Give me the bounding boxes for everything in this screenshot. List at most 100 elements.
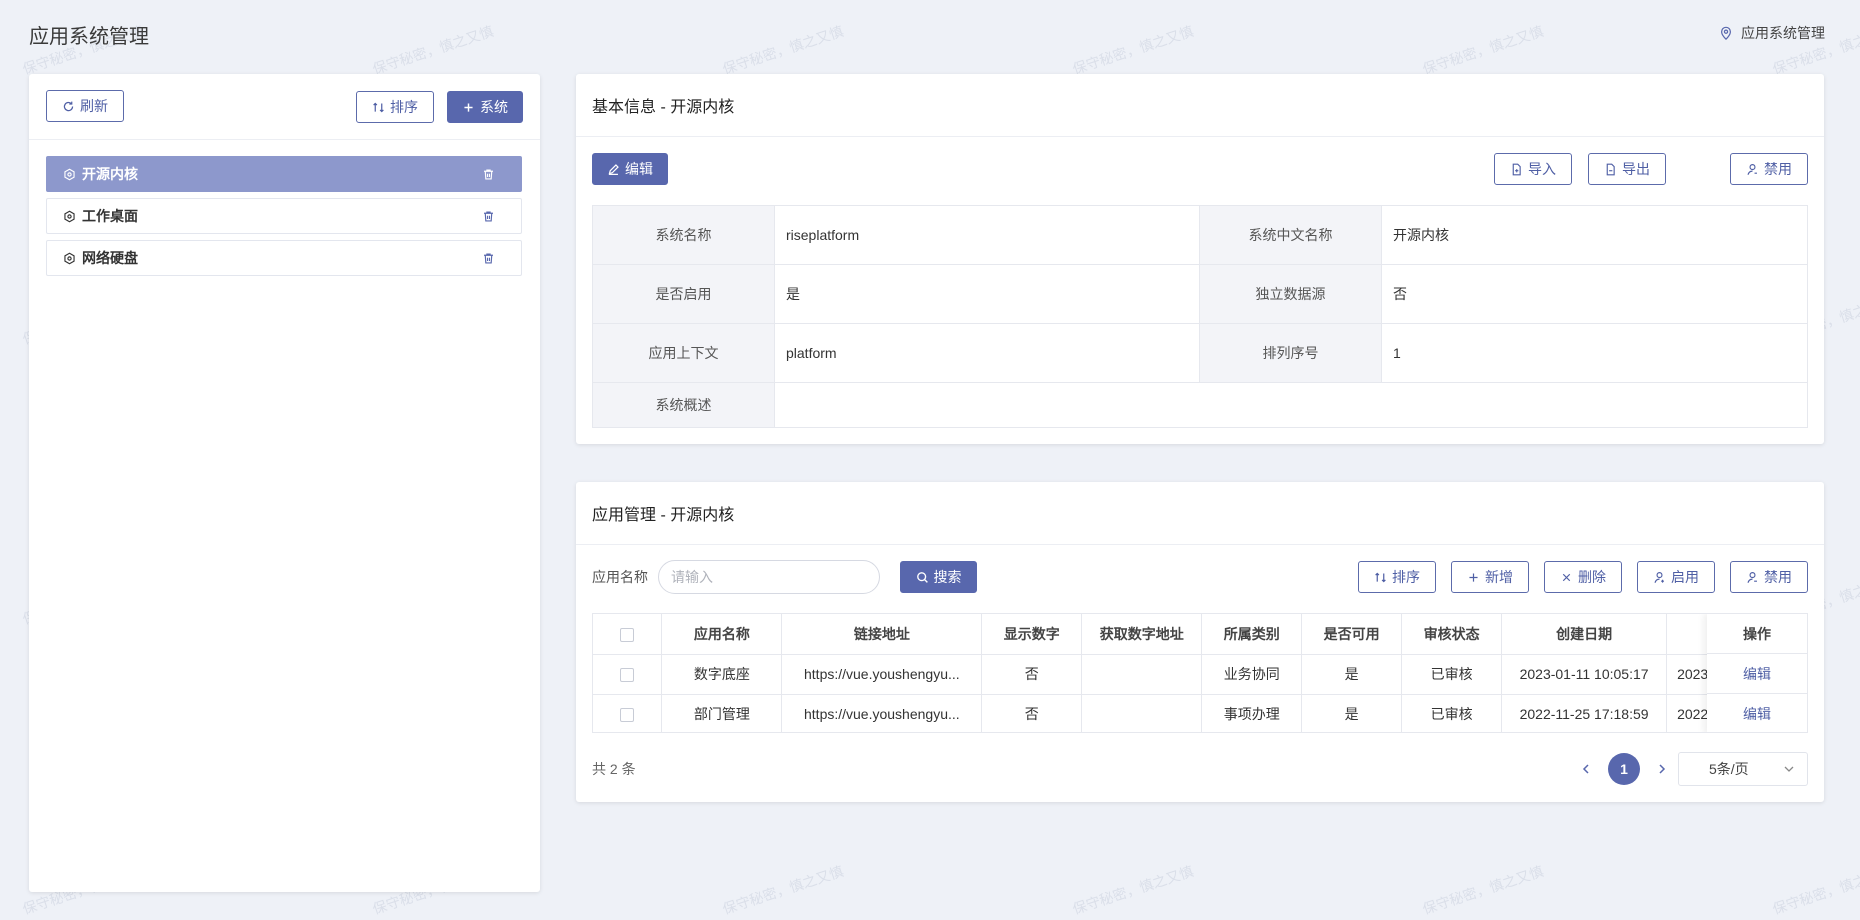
order-value: 1: [1381, 323, 1808, 383]
field-label: 是否启用: [592, 264, 775, 324]
watermark-text: 保守秘密，慎之又慎: [720, 862, 846, 918]
page-number[interactable]: 1: [1608, 753, 1640, 785]
watermark-text: 保守秘密，慎之又慎: [1420, 22, 1546, 78]
category-cell: 业务协同: [1201, 654, 1303, 695]
refresh-label: 刷新: [80, 98, 108, 114]
add-system-button[interactable]: 系统: [447, 91, 523, 123]
close-icon: [1562, 573, 1571, 581]
created-cell: 2023-01-11 10:05:17: [1501, 654, 1668, 695]
column-header[interactable]: 所属类别: [1201, 614, 1303, 655]
search-button[interactable]: 搜索: [900, 561, 977, 593]
column-header[interactable]: 显示数字: [981, 614, 1083, 655]
watermark-text: 保守秘密，慎之又慎: [720, 22, 846, 78]
tree-item-desktop[interactable]: 工作桌面: [46, 198, 522, 234]
user-icon: [1747, 571, 1757, 583]
field-label: 独立数据源: [1199, 264, 1382, 324]
tree-item-kernel[interactable]: 开源内核: [46, 156, 522, 192]
sort-icon: [1375, 572, 1386, 582]
app-grid: 应用名称 链接地址 显示数字 获取数字地址 所属类别 是否可用 审核状态 创建日…: [593, 614, 1807, 732]
user-icon: [1747, 163, 1757, 175]
table-header-row: 应用名称 链接地址 显示数字 获取数字地址 所属类别 是否可用 审核状态 创建日…: [593, 614, 1807, 655]
location-pin-icon: [1721, 26, 1731, 40]
available-cell: 是: [1301, 694, 1403, 732]
edit-row-link[interactable]: 编辑: [1707, 694, 1807, 732]
select-all-cell: [593, 614, 663, 655]
refresh-button[interactable]: 刷新: [46, 90, 124, 122]
page-size-select[interactable]: 5条/页: [1678, 752, 1808, 786]
pager: 1: [1580, 753, 1668, 785]
column-header[interactable]: 是否可用: [1301, 614, 1403, 655]
trash-icon[interactable]: [482, 168, 495, 181]
sort-systems-button[interactable]: 排序: [356, 91, 434, 123]
chevron-left-icon[interactable]: [1580, 763, 1592, 775]
tree-item-label: 工作桌面: [82, 208, 138, 224]
edit-label: 编辑: [625, 161, 653, 177]
search-icon: [916, 571, 928, 583]
edit-row-link[interactable]: 编辑: [1707, 654, 1807, 694]
select-all-checkbox[interactable]: [620, 627, 635, 642]
table-row[interactable]: 部门管理 https://vue.youshengyu... 否 事项办理 是 …: [593, 694, 1807, 732]
basic-info-card: 基本信息 - 开源内核 编辑 导入 导出 禁用 系统名称 riseplatfor…: [576, 74, 1824, 444]
disable-label: 禁用: [1764, 161, 1792, 177]
sort-apps-button[interactable]: 排序: [1358, 561, 1436, 593]
column-header[interactable]: 链接地址: [781, 614, 983, 655]
settings-icon: [64, 168, 75, 180]
num-url-cell: [1081, 654, 1203, 695]
system-tree: 开源内核 工作桌面 网络硬盘: [46, 156, 522, 282]
disable-app-button[interactable]: 禁用: [1730, 561, 1808, 593]
column-header[interactable]: 审核状态: [1401, 614, 1503, 655]
app-name-search-input[interactable]: [658, 560, 880, 594]
watermark-text: 保守秘密，慎之又慎: [370, 22, 496, 78]
row-checkbox[interactable]: [620, 708, 635, 723]
column-header[interactable]: 创建日期: [1501, 614, 1668, 655]
watermark-text: 保守秘密，慎之又慎: [1420, 862, 1546, 918]
tree-item-label: 开源内核: [82, 166, 138, 182]
context-value: platform: [774, 323, 1200, 383]
settings-icon: [64, 210, 75, 222]
created-cell: 2022-11-25 17:18:59: [1501, 694, 1668, 732]
field-label: 系统中文名称: [1199, 205, 1382, 265]
chevron-down-icon: [1784, 766, 1794, 772]
system-name-value: riseplatform: [774, 205, 1200, 265]
export-button[interactable]: 导出: [1588, 153, 1666, 185]
sort-icon: [373, 102, 384, 112]
show-num-cell: 否: [981, 654, 1083, 695]
breadcrumb-label: 应用系统管理: [1741, 25, 1825, 41]
disable-button[interactable]: 禁用: [1730, 153, 1808, 185]
enable-app-button[interactable]: 启用: [1637, 561, 1715, 593]
breadcrumb: 应用系统管理: [1719, 23, 1825, 43]
add-app-button[interactable]: 新增: [1451, 561, 1529, 593]
table-row[interactable]: 数字底座 https://vue.youshengyu... 否 业务协同 是 …: [593, 654, 1807, 695]
show-num-cell: 否: [981, 694, 1083, 732]
app-name-cell: 部门管理: [661, 694, 783, 732]
chevron-right-icon[interactable]: [1656, 763, 1668, 775]
import-button[interactable]: 导入: [1494, 153, 1572, 185]
export-label: 导出: [1622, 161, 1650, 177]
trash-icon[interactable]: [482, 210, 495, 223]
edit-button[interactable]: 编辑: [592, 153, 668, 185]
settings-icon: [64, 252, 75, 264]
field-label: 系统名称: [592, 205, 775, 265]
url-cell: https://vue.youshengyu...: [781, 654, 983, 695]
import-label: 导入: [1528, 161, 1556, 177]
tree-item-netdisk[interactable]: 网络硬盘: [46, 240, 522, 276]
tree-toolbar: 刷新 排序 系统: [29, 74, 540, 140]
column-header[interactable]: 获取数字地址: [1081, 614, 1203, 655]
search-toolbar: 应用名称 搜索 排序 新增 删除 启用 禁用: [592, 560, 1808, 594]
row-checkbox[interactable]: [620, 668, 635, 683]
app-management-card: 应用管理 - 开源内核 应用名称 搜索 排序 新增 删除 启用 禁用: [576, 482, 1824, 802]
enabled-value: 是: [774, 264, 1200, 324]
search-label: 应用名称: [592, 569, 648, 585]
column-header[interactable]: 应用名称: [661, 614, 783, 655]
field-label: 应用上下文: [592, 323, 775, 383]
datasource-value: 否: [1381, 264, 1808, 324]
tree-item-label: 网络硬盘: [82, 250, 138, 266]
delete-app-button[interactable]: 删除: [1544, 561, 1622, 593]
watermark-text: 保守秘密，慎之又慎: [1070, 862, 1196, 918]
cn-name-value: 开源内核: [1381, 205, 1808, 265]
watermark-text: 保守秘密，慎之又慎: [1070, 22, 1196, 78]
desc-value: [774, 382, 1808, 428]
disable-label: 禁用: [1764, 569, 1792, 585]
trash-icon[interactable]: [482, 252, 495, 265]
row-select-cell: [593, 694, 663, 732]
